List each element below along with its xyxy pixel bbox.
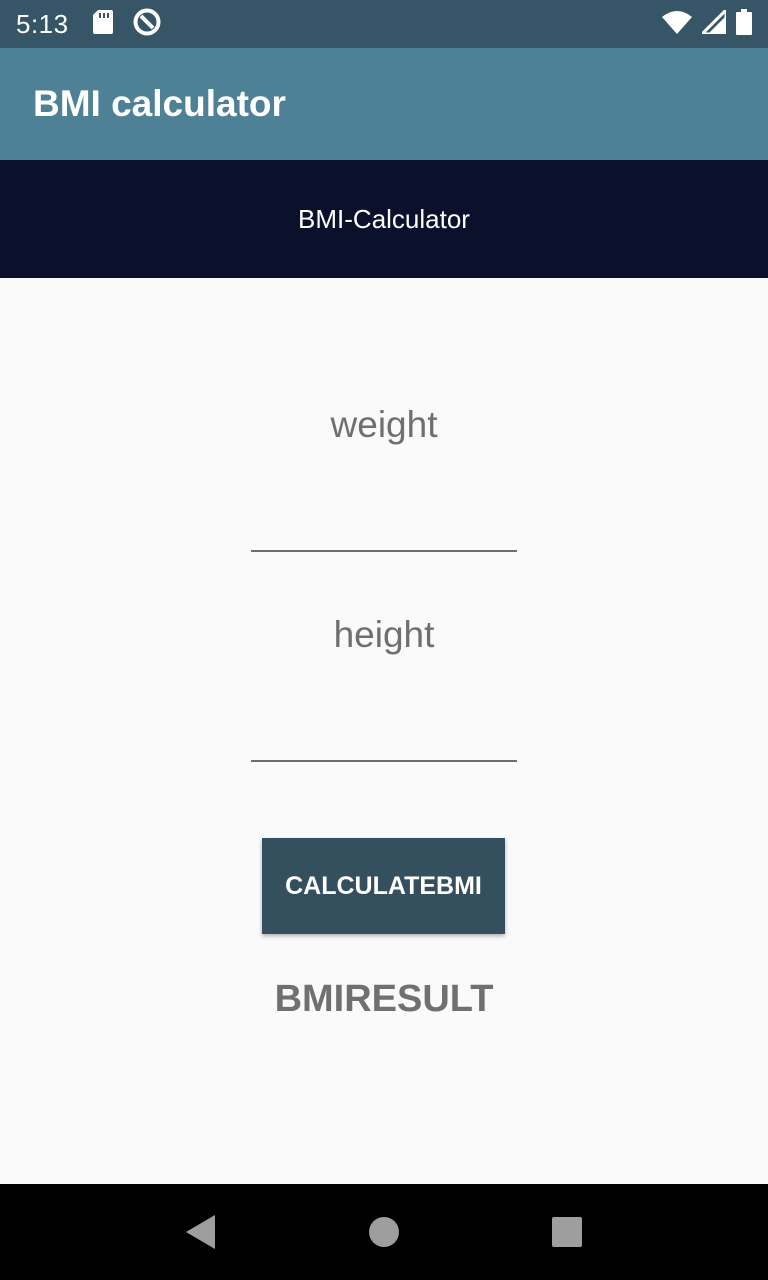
recents-button[interactable]: [537, 1202, 597, 1262]
main-content: weight height CALCULATEBMI BMIRESULT: [0, 278, 768, 1184]
recents-icon: [551, 1217, 582, 1247]
battery-icon: [736, 8, 752, 40]
banner-title: BMI-Calculator: [298, 203, 470, 234]
wifi-icon: [662, 10, 692, 39]
calculate-bmi-button[interactable]: CALCULATEBMI: [262, 838, 505, 934]
app-bar: BMI calculator: [0, 48, 768, 160]
signal-icon: [698, 5, 728, 39]
height-label: height: [333, 614, 435, 655]
status-bar: 5:13: [0, 0, 768, 48]
weight-input[interactable]: [251, 504, 517, 552]
status-time: 5:13: [16, 8, 69, 39]
app-title: BMI calculator: [33, 83, 286, 124]
home-button[interactable]: [354, 1202, 414, 1262]
back-icon: [186, 1215, 216, 1249]
banner: BMI-Calculator: [0, 160, 768, 278]
home-icon: [368, 1217, 399, 1247]
navigation-bar: [0, 1184, 768, 1280]
bmi-result-text: BMIRESULT: [274, 978, 494, 1020]
sd-card-icon: [92, 9, 113, 39]
do-not-disturb-icon: [133, 8, 161, 41]
back-button[interactable]: [171, 1202, 231, 1262]
height-input[interactable]: [251, 714, 517, 762]
weight-label: weight: [330, 404, 438, 445]
